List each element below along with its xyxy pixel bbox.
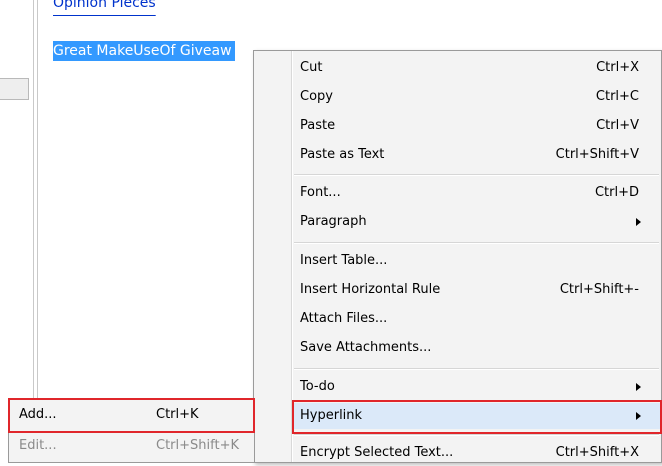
menu-item-label: To-do — [300, 379, 335, 394]
menu-item-label: Encrypt Selected Text... — [300, 445, 454, 460]
submenu-item-shortcut: Ctrl+Shift+K — [156, 438, 239, 453]
menu-item-label: Paste — [300, 118, 336, 133]
left-panel-edge — [0, 0, 35, 463]
menu-item-label: Save Attachments... — [300, 340, 432, 355]
submenu-arrow-icon — [636, 383, 641, 391]
menu-item-label: Font... — [300, 185, 341, 200]
submenu-arrow-icon — [636, 412, 641, 420]
menu-item-copy[interactable]: Copy Ctrl+C — [292, 84, 661, 110]
menu-item-paste-as-text[interactable]: Paste as Text Ctrl+Shift+V — [292, 142, 661, 168]
submenu-arrow-icon — [636, 218, 641, 226]
menu-item-encrypt-selected-text[interactable]: Encrypt Selected Text... Ctrl+Shift+X — [292, 440, 661, 466]
panel-splitter-handle[interactable] — [0, 78, 29, 100]
menu-item-shortcut: Ctrl+Shift+V — [555, 147, 639, 162]
menu-item-shortcut: Ctrl+D — [594, 185, 639, 200]
menu-item-label: Insert Horizontal Rule — [300, 282, 441, 297]
opinion-pieces-link[interactable]: Opinion Pieces — [53, 0, 156, 20]
panel-divider-inner — [37, 0, 38, 400]
menu-item-cut[interactable]: Cut Ctrl+X — [292, 55, 661, 81]
submenu-item-label: Add... — [19, 407, 57, 422]
menu-separator — [294, 174, 659, 176]
menu-item-shortcut: Ctrl+Shift+- — [559, 282, 639, 297]
submenu-item-add[interactable]: Add... Ctrl+K — [9, 401, 254, 429]
menu-separator — [294, 368, 659, 370]
menu-item-save-attachments[interactable]: Save Attachments... — [292, 335, 661, 361]
panel-divider — [33, 0, 34, 400]
menu-item-paragraph[interactable]: Paragraph — [292, 209, 661, 235]
menu-item-label: Attach Files... — [300, 311, 388, 326]
menu-item-label: Paste as Text — [300, 147, 385, 162]
menu-item-paste[interactable]: Paste Ctrl+V — [292, 113, 661, 139]
selected-text[interactable]: Great MakeUseOf Giveaw — [53, 41, 235, 61]
submenu-item-label: Edit... — [19, 438, 57, 453]
menu-item-label: Cut — [300, 60, 323, 75]
context-menu: Cut Ctrl+X Copy Ctrl+C Paste Ctrl+V Past… — [253, 50, 662, 463]
menu-item-insert-horizontal-rule[interactable]: Insert Horizontal Rule Ctrl+Shift+- — [292, 277, 661, 303]
menu-item-font[interactable]: Font... Ctrl+D — [292, 180, 661, 206]
menu-item-label: Insert Table... — [300, 253, 388, 268]
menu-item-label: Hyperlink — [300, 408, 363, 423]
selected-text-main: Great MakeUseOf Giveaw — [53, 43, 232, 59]
hyperlink-submenu: Add... Ctrl+K Edit... Ctrl+Shift+K — [8, 398, 255, 463]
menu-item-insert-table[interactable]: Insert Table... — [292, 248, 661, 274]
menu-item-label: Paragraph — [300, 214, 367, 229]
submenu-item-shortcut: Ctrl+K — [156, 407, 199, 422]
menu-item-shortcut: Ctrl+X — [596, 60, 639, 75]
menu-item-shortcut: Ctrl+V — [596, 118, 639, 133]
menu-item-hyperlink[interactable]: Hyperlink — [292, 403, 661, 429]
menu-separator — [294, 434, 659, 436]
menu-item-label: Copy — [300, 89, 333, 104]
menu-item-shortcut: Ctrl+C — [595, 89, 639, 104]
menu-separator — [294, 242, 659, 244]
submenu-item-edit[interactable]: Edit... Ctrl+Shift+K — [9, 432, 254, 460]
menu-item-to-do[interactable]: To-do — [292, 374, 661, 400]
menu-item-shortcut: Ctrl+Shift+X — [555, 445, 639, 460]
menu-item-attach-files[interactable]: Attach Files... — [292, 306, 661, 332]
